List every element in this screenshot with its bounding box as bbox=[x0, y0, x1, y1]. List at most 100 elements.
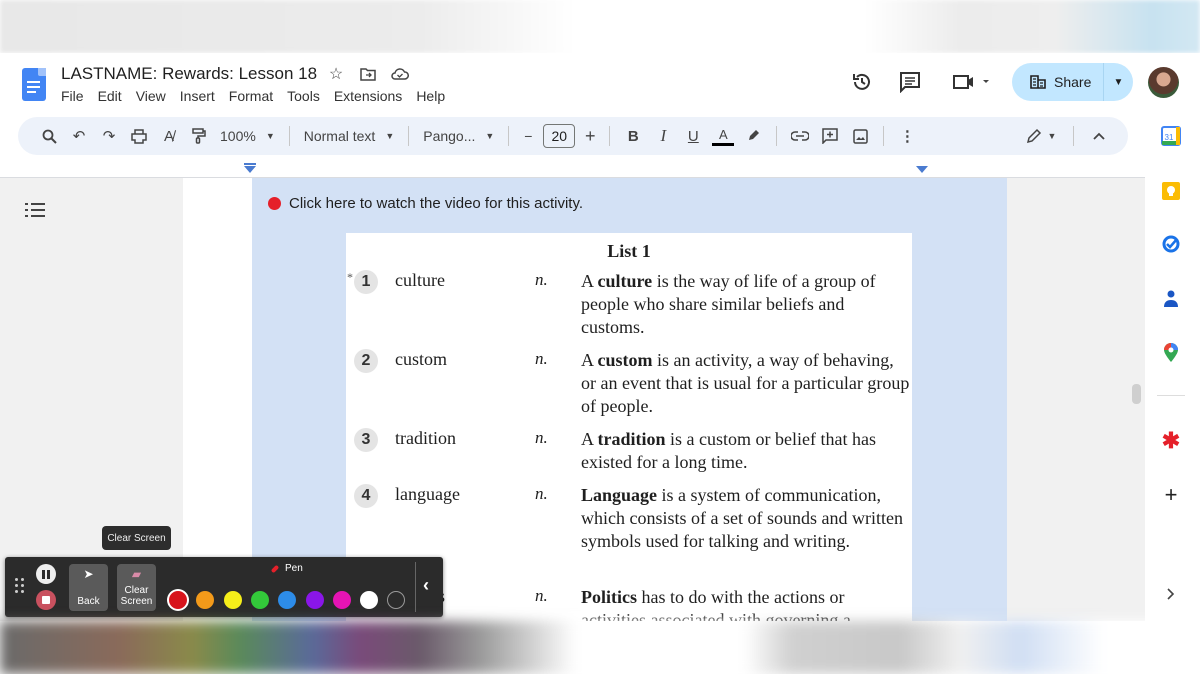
color-swatch-purple[interactable] bbox=[305, 591, 324, 609]
maps-icon[interactable] bbox=[1161, 343, 1181, 363]
pause-button[interactable] bbox=[36, 564, 56, 584]
menu-help[interactable]: Help bbox=[416, 88, 445, 104]
text-color-swatch bbox=[712, 142, 735, 146]
insert-image-icon[interactable] bbox=[845, 122, 875, 150]
version-history-icon[interactable] bbox=[851, 71, 873, 93]
keep-icon[interactable] bbox=[1161, 181, 1181, 201]
menu-insert[interactable]: Insert bbox=[180, 88, 215, 104]
svg-text:31: 31 bbox=[1165, 133, 1174, 142]
hide-menus-icon[interactable] bbox=[1084, 122, 1114, 150]
share-button[interactable]: Share ▼ bbox=[1012, 63, 1133, 101]
increase-font-size-button[interactable]: + bbox=[579, 122, 601, 150]
add-comment-icon[interactable] bbox=[815, 122, 845, 150]
color-swatch-white[interactable] bbox=[360, 591, 379, 609]
bold-button[interactable]: B bbox=[618, 122, 648, 150]
zoom-select[interactable]: 100% ▼ bbox=[214, 122, 281, 150]
eraser-icon: ▰ bbox=[131, 567, 142, 581]
document-title[interactable]: LASTNAME: Rewards: Lesson 18 bbox=[61, 64, 317, 84]
add-icon[interactable]: + bbox=[1161, 482, 1181, 507]
calendar-icon[interactable]: 31 bbox=[1161, 126, 1181, 146]
avatar[interactable] bbox=[1148, 67, 1179, 98]
left-indent-marker[interactable] bbox=[244, 166, 256, 173]
underline-button[interactable]: U bbox=[678, 122, 708, 150]
font-select[interactable]: Pango... ▼ bbox=[417, 122, 500, 150]
toolbar-divider bbox=[609, 126, 611, 146]
document-page[interactable]: Click here to watch the video for this a… bbox=[183, 178, 1007, 621]
entry-definition: A custom is an activity, a way of behavi… bbox=[581, 350, 910, 416]
entry-definition: Politics has to do with the actions or a… bbox=[581, 587, 851, 621]
entry-pos: n. bbox=[535, 270, 548, 289]
toolbar-divider bbox=[776, 126, 778, 146]
font-size-input[interactable]: 20 bbox=[543, 124, 576, 148]
menu-format[interactable]: Format bbox=[229, 88, 273, 104]
docs-logo-icon[interactable] bbox=[22, 68, 46, 101]
decrease-font-size-button[interactable]: − bbox=[517, 122, 539, 150]
share-label: Share bbox=[1054, 74, 1092, 90]
insert-link-icon[interactable] bbox=[785, 122, 815, 150]
redo-icon[interactable]: ↷ bbox=[94, 122, 124, 150]
text-color-button[interactable]: A bbox=[708, 122, 738, 150]
toolbar-divider bbox=[1073, 126, 1074, 146]
ruler bbox=[0, 160, 1145, 178]
paragraph-style-select[interactable]: Normal text ▼ bbox=[298, 122, 401, 150]
vertical-scrollbar[interactable] bbox=[1132, 384, 1141, 404]
cloud-saved-icon[interactable] bbox=[391, 65, 409, 83]
side-panel: 31 ✱ + bbox=[1145, 117, 1200, 621]
pen-tool-label: Pen bbox=[270, 563, 303, 574]
entry-number: 3 bbox=[354, 428, 378, 452]
color-swatch-blue[interactable] bbox=[278, 591, 297, 609]
search-menus-icon[interactable] bbox=[34, 122, 64, 150]
toolbar-divider bbox=[288, 126, 290, 146]
spellcheck-icon[interactable]: A̸ bbox=[154, 122, 184, 150]
color-swatch-yellow[interactable] bbox=[223, 591, 242, 609]
color-swatch-clear[interactable] bbox=[387, 591, 406, 609]
editing-mode-button[interactable]: ▼ bbox=[1019, 122, 1063, 150]
entry-number: 4 bbox=[354, 484, 378, 508]
undo-icon[interactable]: ↶ bbox=[64, 122, 94, 150]
color-swatch-orange[interactable] bbox=[196, 591, 215, 609]
comments-icon[interactable] bbox=[899, 71, 921, 93]
chevron-down-icon: ▼ bbox=[1047, 131, 1057, 141]
video-link[interactable]: Click here to watch the video for this a… bbox=[268, 195, 583, 212]
first-line-indent-marker[interactable] bbox=[244, 163, 256, 165]
meet-icon[interactable] bbox=[950, 71, 992, 93]
drag-handle[interactable] bbox=[15, 578, 25, 594]
tasks-icon[interactable] bbox=[1161, 234, 1181, 254]
pen-icon bbox=[270, 564, 280, 573]
color-swatch-magenta[interactable] bbox=[332, 591, 351, 609]
side-panel-divider bbox=[1157, 395, 1185, 396]
print-icon[interactable] bbox=[124, 122, 154, 150]
menu-file[interactable]: File bbox=[61, 88, 84, 104]
document-canvas: Click here to watch the video for this a… bbox=[0, 178, 1145, 621]
entry-word: language bbox=[395, 484, 460, 504]
menu-tools[interactable]: Tools bbox=[287, 88, 320, 104]
entry-definition: A tradition is a custom or belief that h… bbox=[581, 429, 876, 472]
toolbar-divider bbox=[883, 126, 885, 146]
entry-pos: n. bbox=[535, 428, 548, 447]
contacts-icon[interactable] bbox=[1161, 289, 1181, 309]
addon-icon[interactable]: ✱ bbox=[1161, 428, 1181, 453]
collapse-toolbar-icon[interactable]: ‹ bbox=[423, 575, 429, 596]
color-swatch-green[interactable] bbox=[250, 591, 269, 609]
share-dropdown-icon[interactable]: ▼ bbox=[1104, 77, 1133, 88]
menu-edit[interactable]: Edit bbox=[98, 88, 122, 104]
highlight-color-icon[interactable] bbox=[738, 122, 768, 150]
menu-view[interactable]: View bbox=[136, 88, 166, 104]
menu-extensions[interactable]: Extensions bbox=[334, 88, 402, 104]
paint-format-icon[interactable] bbox=[184, 122, 214, 150]
right-indent-marker[interactable] bbox=[916, 166, 928, 173]
clear-screen-button[interactable]: ▰ Clear Screen bbox=[117, 564, 156, 611]
move-to-folder-icon[interactable] bbox=[359, 65, 377, 83]
star-marker: * bbox=[347, 270, 353, 284]
toolbar-divider bbox=[415, 562, 416, 612]
clear-screen-tooltip: Clear Screen bbox=[102, 526, 171, 550]
document-outline-icon[interactable] bbox=[25, 202, 45, 218]
expand-panel-icon[interactable] bbox=[1161, 584, 1181, 604]
back-button[interactable]: ➤ Back bbox=[69, 564, 108, 611]
color-swatch-red[interactable] bbox=[169, 591, 187, 609]
stop-button[interactable] bbox=[36, 590, 56, 610]
entry-word: tradition bbox=[395, 428, 456, 448]
more-options-icon[interactable]: ⋮ bbox=[892, 122, 922, 150]
italic-button[interactable]: I bbox=[648, 122, 678, 150]
star-icon[interactable]: ☆ bbox=[327, 65, 345, 83]
